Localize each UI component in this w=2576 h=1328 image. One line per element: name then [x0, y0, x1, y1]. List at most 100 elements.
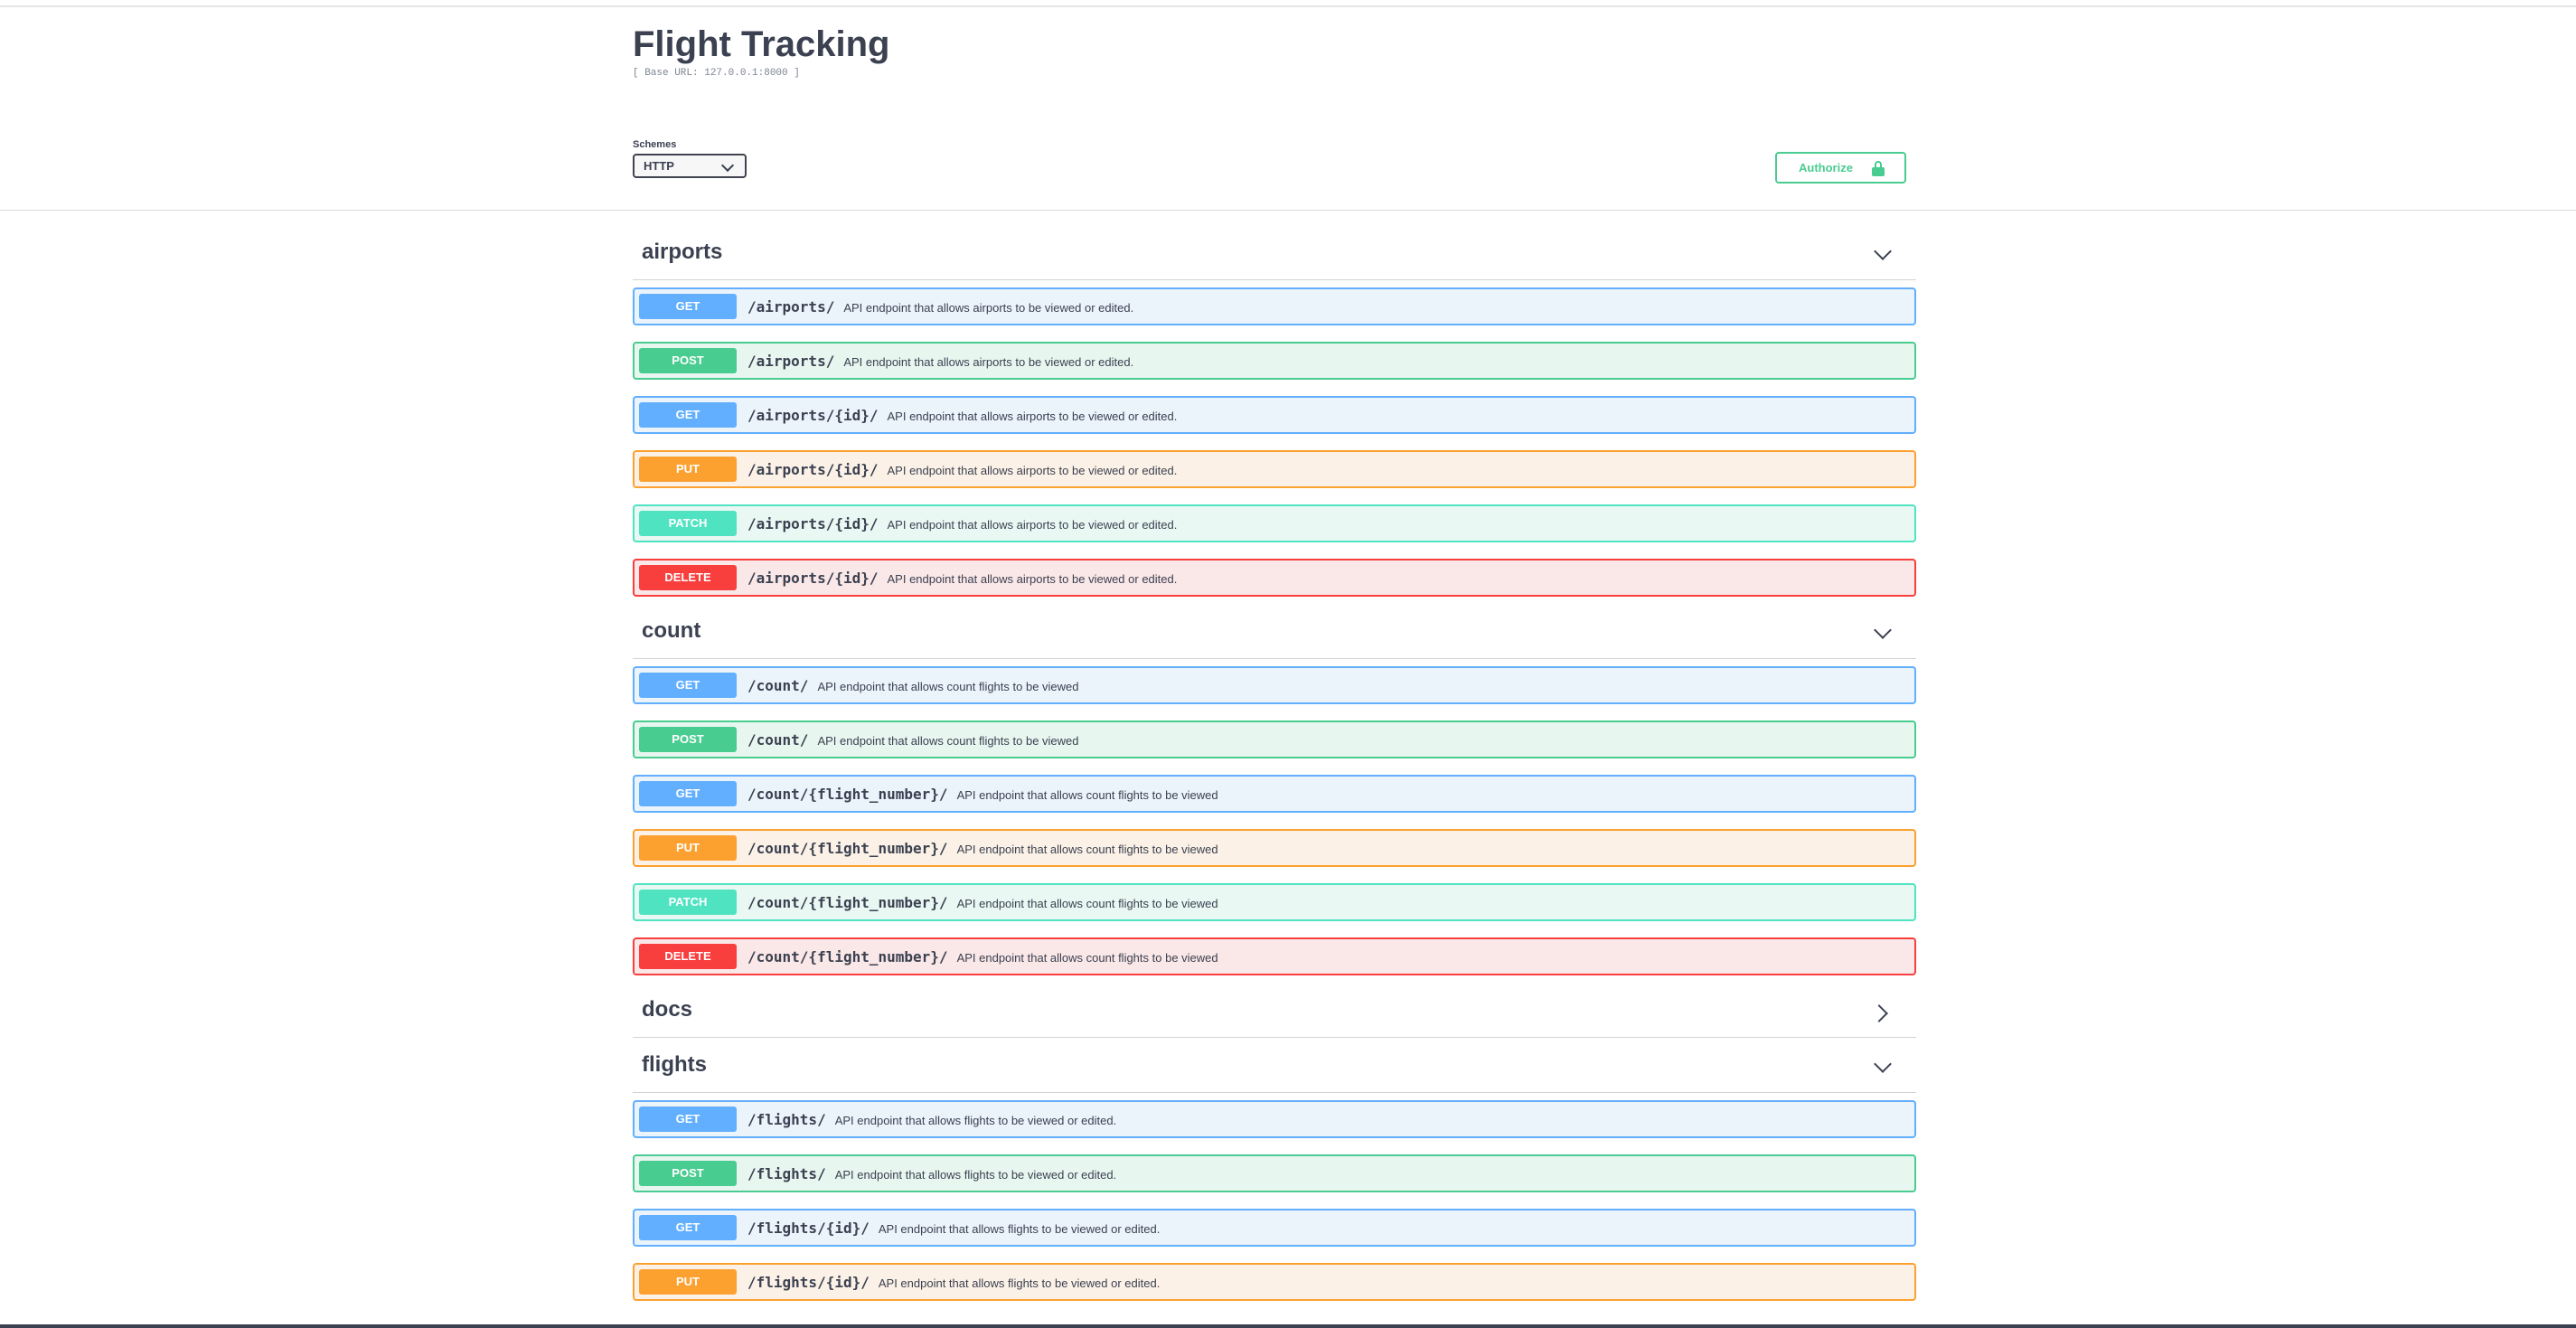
method-badge: GET	[639, 294, 737, 319]
method-badge: POST	[639, 727, 737, 752]
chevron-down-icon[interactable]	[1874, 242, 1892, 260]
operation-put[interactable]: PUT/flights/{id}/ API endpoint that allow…	[633, 1263, 1916, 1301]
operation-description: API endpoint that allows flights to be v…	[878, 1276, 1161, 1290]
base-url: [ Base URL: 127.0.0.1:8000 ]	[633, 68, 800, 79]
operation-path-group: /airports/API endpoint that allows airpo…	[747, 353, 1133, 370]
operation-description: API endpoint that allows count flights t…	[817, 680, 1079, 693]
header-divider	[0, 210, 2576, 211]
operation-path-group: /flights/{id}/ API endpoint that allows f…	[747, 1274, 1160, 1291]
operation-path-group: /flights/{id}/ API endpoint that allows f…	[747, 1220, 1160, 1237]
operation-path-group: /airports/API endpoint that allows airpo…	[747, 298, 1133, 316]
info-header: Flight Tracking [ Base URL: 127.0.0.1:80…	[633, 23, 1916, 79]
operation-path-group: /airports/{id}/ API endpoint that allows …	[747, 461, 1177, 478]
operation-path-group: /count/API endpoint that allows count fl…	[747, 677, 1079, 694]
operation-post[interactable]: POST/flights/API endpoint that allows fl…	[633, 1154, 1916, 1192]
method-badge: POST	[639, 1161, 737, 1186]
operation-path-group: /count/API endpoint that allows count fl…	[747, 731, 1079, 749]
method-badge: PATCH	[639, 890, 737, 915]
operation-path-group: /count/{flight_number}/ API endpoint that…	[747, 948, 1218, 965]
unlocked-lock-icon	[1872, 161, 1885, 176]
operation-get[interactable]: GET/count/API endpoint that allows count…	[633, 666, 1916, 704]
operation-delete[interactable]: DELETE/airports/{id}/ API endpoint that a…	[633, 559, 1916, 597]
method-badge: GET	[639, 673, 737, 698]
operation-path: /airports/	[747, 298, 835, 316]
operation-description: API endpoint that allows count flights t…	[956, 843, 1218, 856]
operation-get[interactable]: GET/airports/{id}/ API endpoint that allo…	[633, 396, 1916, 434]
chevron-right-icon[interactable]	[1870, 1004, 1888, 1022]
operation-get[interactable]: GET/airports/API endpoint that allows ai…	[633, 287, 1916, 325]
authorize-label: Authorize	[1799, 161, 1853, 174]
bottom-border	[0, 1324, 2576, 1328]
method-badge: DELETE	[639, 944, 737, 969]
operation-get[interactable]: GET/count/{flight_number}/ API endpoint t…	[633, 775, 1916, 813]
operation-put[interactable]: PUT/count/{flight_number}/ API endpoint t…	[633, 829, 1916, 867]
page-title: Flight Tracking	[633, 24, 890, 64]
method-badge: GET	[639, 1107, 737, 1132]
method-badge: GET	[639, 781, 737, 806]
operation-description: API endpoint that allows airports to be …	[843, 301, 1134, 315]
operation-path: /count/{flight_number}/	[747, 840, 948, 857]
operation-delete[interactable]: DELETE/count/{flight_number}/ API endpoin…	[633, 937, 1916, 975]
operation-path-group: /count/{flight_number}/ API endpoint that…	[747, 786, 1218, 803]
operation-patch[interactable]: PATCH/airports/{id}/ API endpoint that al…	[633, 504, 1916, 542]
tag-name: airports	[642, 240, 723, 264]
operation-path: /count/{flight_number}/	[747, 948, 948, 965]
tag-section-airports[interactable]: airports	[633, 234, 1916, 280]
method-badge: GET	[639, 1215, 737, 1240]
operation-path: /count/	[747, 731, 809, 749]
operation-path: /airports/{id}/	[747, 461, 879, 478]
method-badge: DELETE	[639, 565, 737, 590]
operation-path-group: /flights/API endpoint that allows flight…	[747, 1165, 1116, 1182]
operation-description: API endpoint that allows flights to be v…	[834, 1114, 1117, 1127]
tag-name: docs	[642, 997, 693, 1022]
operation-path-group: /airports/{id}/ API endpoint that allows …	[747, 515, 1177, 532]
operation-description: API endpoint that allows flights to be v…	[834, 1168, 1117, 1182]
operation-path-group: /flights/API endpoint that allows flight…	[747, 1111, 1116, 1128]
operation-path: /flights/	[747, 1111, 826, 1128]
operation-path: /count/{flight_number}/	[747, 786, 948, 803]
chevron-down-icon[interactable]	[1874, 1055, 1892, 1073]
operation-path: /count/{flight_number}/	[747, 894, 948, 911]
operation-path-group: /count/{flight_number}/ API endpoint that…	[747, 840, 1218, 857]
operations-list: airports GET/airports/API endpoint that a…	[633, 234, 1916, 1317]
top-border	[0, 5, 2576, 7]
operation-patch[interactable]: PATCH/count/{flight_number}/ API endpoint…	[633, 883, 1916, 921]
method-badge: PUT	[639, 835, 737, 861]
operation-description: API endpoint that allows count flights t…	[956, 788, 1218, 802]
operation-path: /airports/{id}/	[747, 407, 879, 424]
operation-path: /count/	[747, 677, 809, 694]
schemes-label: Schemes	[633, 139, 677, 150]
chevron-down-icon	[720, 158, 735, 173]
operation-put[interactable]: PUT/airports/{id}/ API endpoint that allo…	[633, 450, 1916, 488]
operation-get[interactable]: GET/flights/{id}/ API endpoint that allow…	[633, 1209, 1916, 1247]
operation-path: /airports/{id}/	[747, 570, 879, 587]
method-badge: POST	[639, 348, 737, 373]
operation-description: API endpoint that allows airports to be …	[887, 572, 1178, 586]
operation-description: API endpoint that allows count flights t…	[817, 734, 1079, 748]
schemes-selected-value: HTTP	[644, 159, 674, 173]
method-badge: PATCH	[639, 511, 737, 536]
schemes-select[interactable]: HTTP	[633, 154, 747, 178]
operation-post[interactable]: POST/airports/API endpoint that allows a…	[633, 342, 1916, 380]
operation-path-group: /airports/{id}/ API endpoint that allows …	[747, 570, 1177, 587]
chevron-down-icon[interactable]	[1874, 621, 1892, 639]
operation-description: API endpoint that allows count flights t…	[956, 951, 1218, 965]
operation-path: /airports/{id}/	[747, 515, 879, 532]
tag-section-count[interactable]: count	[633, 613, 1916, 659]
operation-get[interactable]: GET/flights/API endpoint that allows fli…	[633, 1100, 1916, 1138]
tag-section-docs[interactable]: docs	[633, 992, 1916, 1038]
operation-path: /flights/{id}/	[747, 1274, 870, 1291]
operation-description: API endpoint that allows airports to be …	[887, 410, 1178, 423]
operation-description: API endpoint that allows airports to be …	[887, 464, 1178, 477]
authorize-button[interactable]: Authorize	[1775, 152, 1906, 184]
method-badge: PUT	[639, 457, 737, 482]
tag-name: flights	[642, 1052, 707, 1077]
operation-description: API endpoint that allows airports to be …	[887, 518, 1178, 532]
operation-path: /airports/	[747, 353, 835, 370]
operation-path: /flights/	[747, 1165, 826, 1182]
tag-name: count	[642, 618, 701, 643]
operation-post[interactable]: POST/count/API endpoint that allows coun…	[633, 721, 1916, 758]
operation-description: API endpoint that allows count flights t…	[956, 897, 1218, 910]
tag-section-flights[interactable]: flights	[633, 1047, 1916, 1093]
operation-path-group: /count/{flight_number}/ API endpoint that…	[747, 894, 1218, 911]
